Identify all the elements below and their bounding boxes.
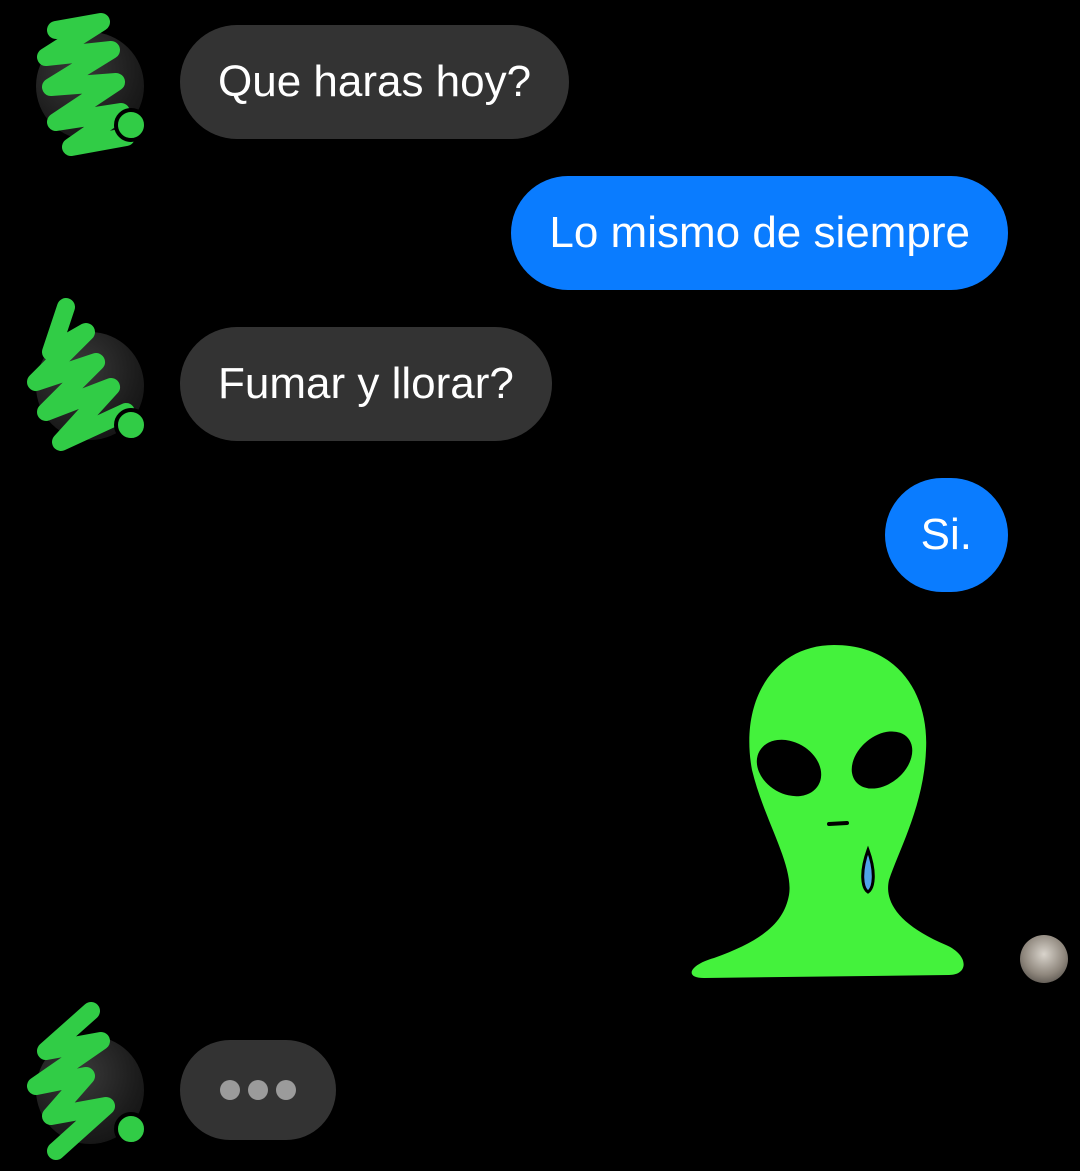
contact-avatar[interactable] <box>27 298 148 451</box>
message-text: Lo mismo de siempre <box>549 208 970 257</box>
online-status-dot <box>114 108 148 142</box>
typing-dot <box>248 1080 268 1100</box>
message-text: Fumar y llorar? <box>218 359 514 408</box>
online-status-dot <box>114 408 148 442</box>
seen-receipt-avatar <box>1020 935 1068 983</box>
message-bubble-incoming[interactable]: Que haras hoy? <box>180 25 570 139</box>
message-text: Que haras hoy? <box>218 57 532 106</box>
crying-alien-icon[interactable] <box>684 640 974 985</box>
typing-dot <box>276 1080 296 1100</box>
typing-indicator <box>180 1040 336 1140</box>
contact-avatar[interactable] <box>27 1002 148 1160</box>
message-bubble-outgoing[interactable]: Si. <box>884 478 1008 592</box>
contact-avatar[interactable] <box>36 13 148 156</box>
message-bubble-outgoing[interactable]: Lo mismo de siempre <box>511 176 1008 290</box>
online-status-dot <box>114 1112 148 1146</box>
typing-dot <box>220 1080 240 1100</box>
message-bubble-incoming[interactable]: Fumar y llorar? <box>180 327 552 441</box>
message-text: Si. <box>920 510 972 559</box>
